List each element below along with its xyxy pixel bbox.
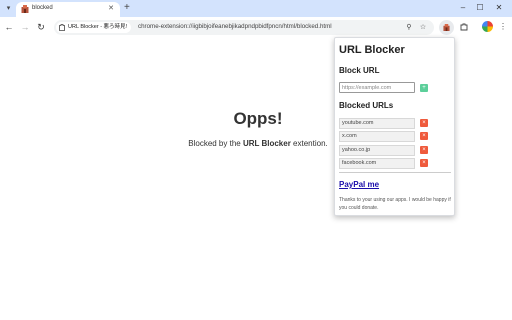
remove-url-button[interactable]: × — [420, 146, 428, 154]
url-blocker-icon — [443, 24, 450, 31]
popup-title: URL Blocker — [339, 44, 405, 56]
paypal-link[interactable]: PayPal me — [339, 180, 379, 189]
donation-note: Thanks to your using our apps. I would b… — [339, 197, 451, 211]
puzzle-piece-icon — [59, 24, 65, 31]
extension-favicon-icon — [21, 5, 29, 13]
browser-toolbar: ← → ↻ URL Blocker - 悪ろ時見! chrome-extensi… — [0, 17, 512, 37]
url-text: chrome-extension://iigbibjoifeanebjikadp… — [138, 23, 332, 30]
blocked-url-item: x.com — [339, 131, 415, 142]
tab-strip: ▾ blocked ✕ + – ☐ ✕ — [0, 0, 512, 17]
back-button[interactable]: ← — [3, 21, 15, 33]
remove-url-button[interactable]: × — [420, 132, 428, 140]
extension-popup: URL Blocker Block URL + Blocked URLs you… — [334, 37, 455, 216]
blocked-url-item: facebook.com — [339, 158, 415, 169]
bookmark-star-icon[interactable]: ☆ — [418, 22, 428, 33]
page-heading: Opps! — [233, 109, 283, 128]
maximize-button[interactable]: ☐ — [473, 1, 487, 15]
new-tab-button[interactable]: + — [124, 2, 130, 14]
extensions-puzzle-icon[interactable] — [458, 21, 470, 33]
address-bar[interactable]: URL Blocker - 悪ろ時見! chrome-extension://i… — [54, 20, 434, 35]
message-app-name: URL Blocker — [242, 139, 291, 148]
add-url-button[interactable]: + — [420, 84, 428, 92]
tab-search-button[interactable]: ▾ — [3, 3, 14, 14]
blocked-url-item: yahoo.co.jp — [339, 145, 415, 156]
minimize-button[interactable]: – — [456, 1, 470, 15]
forward-button[interactable]: → — [19, 21, 31, 33]
reload-button[interactable]: ↻ — [35, 21, 47, 33]
blocked-url-item: youtube.com — [339, 118, 415, 129]
popup-divider — [339, 172, 451, 173]
tab-blocked[interactable]: blocked ✕ — [16, 2, 120, 17]
tab-title: blocked — [32, 5, 53, 11]
profile-avatar[interactable] — [482, 21, 493, 32]
site-chip-label: URL Blocker - 悪ろ時見! — [68, 24, 128, 30]
message-suffix: extention. — [290, 139, 328, 148]
block-url-input[interactable] — [339, 82, 415, 93]
tab-close-icon[interactable]: ✕ — [108, 4, 114, 12]
message-prefix: Blocked by the — [188, 139, 243, 148]
site-info-chip[interactable]: URL Blocker - 悪ろ時見! — [56, 22, 132, 33]
more-menu-icon[interactable]: ⋮ — [497, 21, 509, 33]
zoom-icon[interactable]: ⚲ — [404, 22, 414, 33]
remove-url-button[interactable]: × — [420, 159, 428, 167]
close-window-button[interactable]: ✕ — [492, 1, 506, 15]
url-blocker-extension-button[interactable] — [439, 20, 454, 35]
block-url-heading: Block URL — [339, 66, 380, 75]
blocked-urls-heading: Blocked URLs — [339, 101, 394, 110]
remove-url-button[interactable]: × — [420, 119, 428, 127]
